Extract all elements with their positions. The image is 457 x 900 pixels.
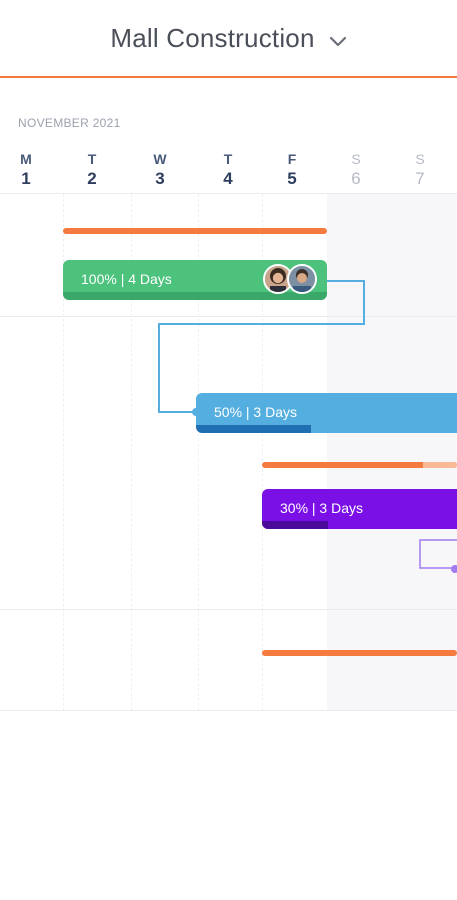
task-label: 30% | 3 Days [280, 500, 364, 516]
summary-bar[interactable] [262, 462, 457, 468]
dependency-box [419, 539, 457, 569]
summary-bar[interactable] [63, 228, 327, 234]
assignee-avatars[interactable] [263, 264, 319, 296]
task-bar[interactable]: 30% | 3 Days [262, 489, 457, 529]
dependency-connectors [158, 280, 457, 573]
task-bar[interactable]: 100% | 4 Days [63, 260, 327, 300]
avatar[interactable] [287, 264, 317, 294]
task-progress [196, 425, 311, 433]
dependency-handle [451, 565, 457, 573]
summary-remaining [423, 462, 457, 468]
task-label: 50% | 3 Days [214, 404, 298, 420]
task-label: 100% | 4 Days [81, 271, 172, 287]
task-progress [262, 521, 328, 529]
avatar-man [289, 266, 315, 292]
task-bar[interactable]: 50% | 3 Days [196, 393, 457, 433]
summary-bar[interactable] [262, 650, 457, 656]
